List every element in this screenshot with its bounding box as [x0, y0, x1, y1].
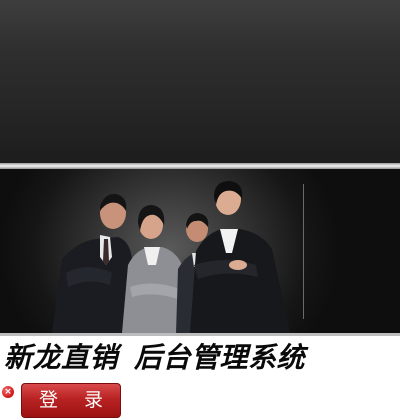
- header-banner: [0, 0, 400, 163]
- hero-banner: [0, 169, 400, 333]
- system-title-subtitle: 后台管理系统: [134, 341, 306, 374]
- login-button[interactable]: 登 录: [21, 383, 121, 418]
- person-woman-right: [190, 181, 290, 333]
- system-title: 新龙直销 后台管理系统: [4, 338, 305, 378]
- person-woman-center: [122, 205, 186, 333]
- business-team-photo: [52, 181, 290, 333]
- system-title-brand: 新龙直销: [4, 341, 119, 374]
- hero-divider-line: [303, 184, 304, 319]
- person-man-left: [52, 193, 136, 333]
- close-icon[interactable]: ×: [2, 386, 14, 398]
- hero-bottom-border: [0, 333, 400, 336]
